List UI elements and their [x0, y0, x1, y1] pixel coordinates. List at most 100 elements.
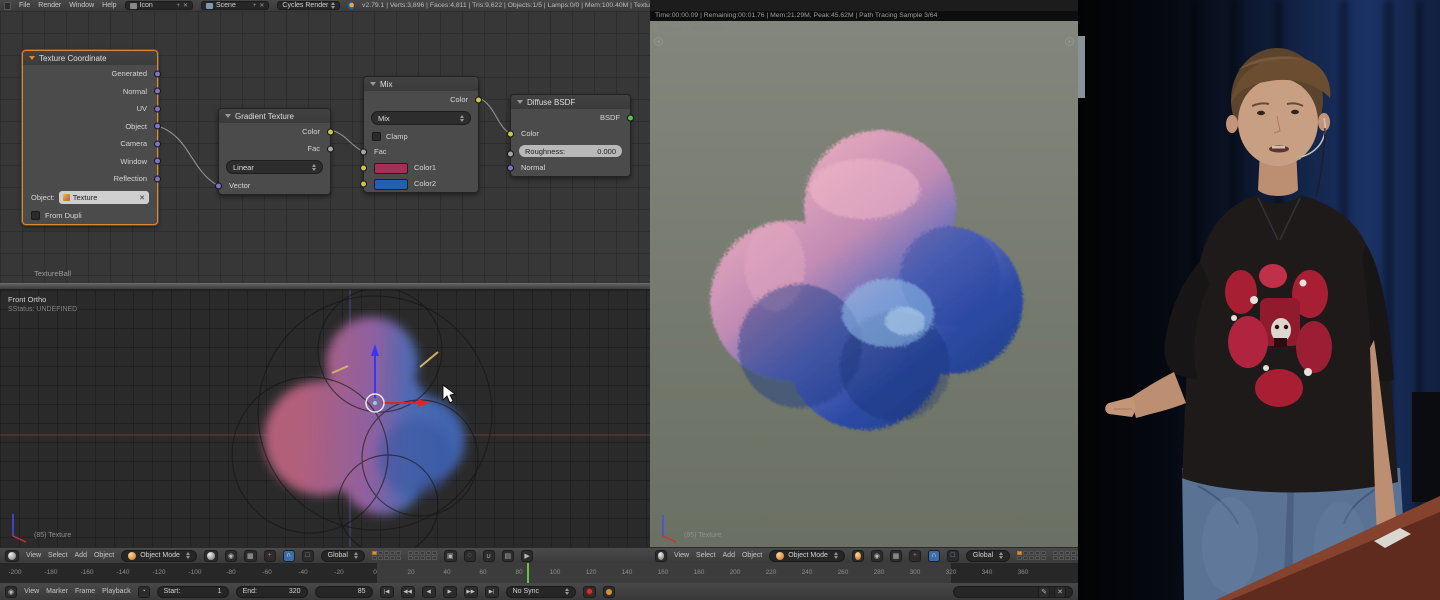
- menu-playback[interactable]: Playback: [102, 588, 130, 595]
- manipulator-scale-icon[interactable]: □: [302, 550, 314, 562]
- collapse-icon[interactable]: [29, 56, 35, 60]
- socket-color2[interactable]: [360, 181, 367, 188]
- sync-dropdown[interactable]: No Sync: [506, 586, 576, 598]
- menu-marker[interactable]: Marker: [46, 588, 68, 595]
- lock-icon[interactable]: ▣: [444, 550, 457, 562]
- menu-view[interactable]: View: [26, 552, 41, 559]
- scene-add-icon[interactable]: +: [253, 3, 257, 9]
- socket-normal[interactable]: [507, 165, 514, 172]
- socket-fac[interactable]: [360, 149, 367, 156]
- layout-close-icon[interactable]: ✕: [183, 2, 188, 9]
- start-frame-field[interactable]: Start: 1: [157, 586, 229, 598]
- manipulator-rotate-icon[interactable]: ∩: [283, 550, 295, 562]
- socket-color[interactable]: [327, 128, 334, 135]
- mode-dropdown[interactable]: Object Mode: [121, 550, 197, 562]
- editor-splitter[interactable]: [0, 283, 650, 290]
- scene-close-icon[interactable]: ✕: [259, 2, 264, 9]
- roughness-slider[interactable]: Roughness: 0.000: [519, 145, 622, 157]
- color1-swatch[interactable]: [374, 163, 408, 174]
- layout-add-icon[interactable]: +: [176, 3, 180, 9]
- node-texture-coordinate[interactable]: Texture Coordinate Generated Normal UV O…: [22, 50, 158, 225]
- grid-snap-icon[interactable]: ▦: [244, 550, 257, 562]
- jump-end-button[interactable]: ▶|: [485, 586, 499, 598]
- metaball-blob[interactable]: [264, 317, 465, 515]
- jump-start-button[interactable]: |◀: [380, 586, 394, 598]
- object-field[interactable]: Texture ✕: [59, 191, 149, 204]
- checkbox-icon[interactable]: [372, 132, 381, 141]
- collapse-icon[interactable]: [225, 114, 231, 118]
- menu-view[interactable]: View: [24, 588, 39, 595]
- playhead[interactable]: [527, 563, 529, 583]
- socket-vector[interactable]: [215, 182, 222, 189]
- socket-bsdf[interactable]: [627, 114, 634, 121]
- editor-type-button[interactable]: [655, 550, 667, 562]
- prev-keyframe-button[interactable]: ◀◀: [401, 586, 415, 598]
- grid-snap-icon[interactable]: ▦: [890, 550, 902, 562]
- node-editor[interactable]: Texture Coordinate Generated Normal UV O…: [0, 11, 650, 283]
- node-gradient-texture[interactable]: Gradient Texture Color Fac Linear Vector: [218, 108, 331, 195]
- node-diffuse-bsdf[interactable]: Diffuse BSDF BSDF Color Roughness: 0.000…: [510, 94, 631, 177]
- checkbox-icon[interactable]: [31, 211, 40, 220]
- layer-grid[interactable]: [1017, 551, 1046, 560]
- menu-file[interactable]: File: [19, 2, 30, 9]
- menu-select[interactable]: Select: [696, 552, 715, 559]
- menu-help[interactable]: Help: [102, 2, 116, 9]
- collapse-icon[interactable]: [517, 100, 523, 104]
- node-header[interactable]: Mix: [364, 77, 478, 91]
- menu-render[interactable]: Render: [38, 2, 61, 9]
- manipulator-rotate-icon[interactable]: ∩: [928, 550, 940, 562]
- layer-grid[interactable]: [408, 551, 437, 560]
- socket-reflection[interactable]: [154, 175, 161, 182]
- socket-generated[interactable]: [154, 70, 161, 77]
- editor-type-icon[interactable]: [4, 2, 11, 10]
- socket-color[interactable]: [507, 131, 514, 138]
- shading-dropdown[interactable]: [204, 550, 218, 562]
- play-button[interactable]: ▶: [443, 586, 457, 598]
- layer-grid[interactable]: [372, 551, 401, 560]
- menu-view[interactable]: View: [674, 552, 689, 559]
- menu-add[interactable]: Add: [723, 552, 735, 559]
- clear-object-icon[interactable]: ✕: [139, 194, 145, 202]
- next-keyframe-button[interactable]: ▶▶: [464, 586, 478, 598]
- menu-frame[interactable]: Frame: [75, 588, 95, 595]
- socket-roughness[interactable]: [507, 151, 514, 158]
- scene-selector[interactable]: Scene + ✕: [201, 1, 269, 10]
- shading-dropdown[interactable]: [852, 550, 864, 562]
- editor-type-button[interactable]: [5, 550, 19, 562]
- color2-swatch[interactable]: [374, 179, 408, 190]
- insert-keyframe-icon[interactable]: ✎: [1038, 586, 1050, 598]
- time-display-icon[interactable]: ◔: [138, 586, 150, 598]
- socket-color1[interactable]: [360, 165, 367, 172]
- socket-normal[interactable]: [154, 88, 161, 95]
- render-engine-selector[interactable]: Cycles Render: [277, 1, 340, 10]
- toolshelf-plus-icon[interactable]: +: [654, 37, 663, 46]
- delete-keyframe-icon[interactable]: ✕: [1054, 586, 1066, 598]
- socket-camera[interactable]: [154, 140, 161, 147]
- menu-select[interactable]: Select: [48, 552, 67, 559]
- socket-window[interactable]: [154, 158, 161, 165]
- socket-uv[interactable]: [154, 105, 161, 112]
- pivot-dropdown[interactable]: ◉: [871, 550, 883, 562]
- record-button[interactable]: [583, 586, 596, 598]
- gradient-type-dropdown[interactable]: Linear: [226, 160, 323, 174]
- end-frame-field[interactable]: End: 320: [236, 586, 308, 598]
- socket-fac[interactable]: [327, 145, 334, 152]
- blend-type-dropdown[interactable]: Mix: [371, 111, 471, 125]
- node-header[interactable]: Gradient Texture: [219, 109, 330, 123]
- timeline-ruler[interactable]: -200-180-160-140-120-100-80-60-40-200204…: [0, 563, 1078, 583]
- socket-object[interactable]: [154, 123, 161, 130]
- viewport-3d-rendered[interactable]: SStatus: UNDEFINED + + (85) Texture: [650, 21, 1078, 547]
- menu-object[interactable]: Object: [742, 552, 762, 559]
- manipulator-translate-icon[interactable]: +: [909, 550, 921, 562]
- snap-magnet-icon[interactable]: ∪: [483, 550, 495, 562]
- proportional-edit-icon[interactable]: ◌: [464, 550, 476, 562]
- orientation-dropdown[interactable]: Global: [966, 550, 1010, 562]
- render-anim-icon[interactable]: ▶: [521, 550, 533, 562]
- menu-window[interactable]: Window: [69, 2, 94, 9]
- keying-set-button[interactable]: [603, 586, 615, 598]
- editor-type-button[interactable]: ◉: [5, 586, 17, 598]
- collapse-icon[interactable]: [370, 82, 376, 86]
- from-dupli-checkbox[interactable]: From Dupli: [23, 208, 157, 224]
- orientation-dropdown[interactable]: Global: [321, 550, 365, 562]
- clamp-checkbox[interactable]: Clamp: [364, 128, 478, 144]
